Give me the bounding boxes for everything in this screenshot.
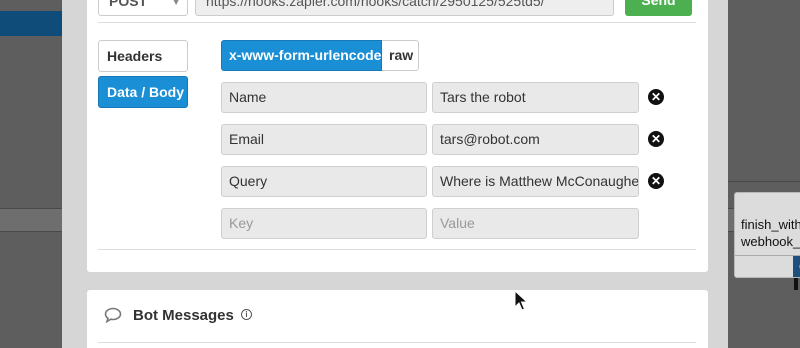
- remove-row-icon[interactable]: ✕: [648, 89, 664, 105]
- speech-bubble-icon: [104, 307, 122, 328]
- background-header-stripe: [0, 11, 62, 36]
- background-app-left: [0, 0, 62, 348]
- divider: [98, 342, 696, 343]
- background-card-button: ⊙: [793, 256, 800, 277]
- divider: [98, 22, 696, 23]
- remove-row-icon[interactable]: ✕: [648, 173, 664, 189]
- background-divider: [728, 181, 800, 182]
- send-button[interactable]: Send: [625, 0, 692, 16]
- tab-headers[interactable]: Headers: [98, 40, 188, 72]
- background-card-divider: [735, 255, 800, 256]
- encoding-urlencoded-button[interactable]: x-www-form-urlencoded: [221, 40, 390, 71]
- divider: [98, 249, 696, 250]
- new-value-input[interactable]: Value: [432, 208, 639, 239]
- key-field-name[interactable]: Name: [221, 82, 427, 113]
- background-card-line-2: webhook_c: [741, 234, 800, 249]
- bot-messages-card: Bot Messages i: [87, 290, 708, 348]
- value-field-name[interactable]: Tars the robot: [432, 82, 639, 113]
- key-field-query[interactable]: Query: [221, 166, 427, 197]
- request-card: POST ▼ https://hooks.zapier.com/hooks/ca…: [87, 0, 708, 272]
- background-marker: [794, 278, 798, 290]
- background-app-right: [728, 0, 800, 348]
- info-icon[interactable]: i: [241, 309, 252, 320]
- chevron-down-icon: ▼: [171, 0, 181, 8]
- webhook-modal: POST ▼ https://hooks.zapier.com/hooks/ca…: [62, 0, 728, 348]
- tab-data-body[interactable]: Data / Body: [98, 76, 188, 108]
- mouse-pointer-icon: [514, 290, 529, 311]
- background-flow-card: finish_with webhook_c ⊙: [734, 192, 800, 278]
- encoding-raw-button[interactable]: raw: [382, 40, 419, 71]
- method-value: POST: [109, 0, 148, 9]
- bot-messages-title: Bot Messages: [133, 307, 234, 324]
- background-row-band: [0, 208, 62, 232]
- remove-row-icon[interactable]: ✕: [648, 131, 664, 147]
- value-field-query[interactable]: Where is Matthew McConaughey?: [432, 166, 639, 197]
- value-field-email[interactable]: tars@robot.com: [432, 124, 639, 155]
- method-select[interactable]: POST ▼: [98, 0, 188, 16]
- background-card-line-1: finish_with: [741, 217, 800, 232]
- key-field-email[interactable]: Email: [221, 124, 427, 155]
- url-input[interactable]: https://hooks.zapier.com/hooks/catch/295…: [195, 0, 614, 16]
- new-key-input[interactable]: Key: [221, 208, 427, 239]
